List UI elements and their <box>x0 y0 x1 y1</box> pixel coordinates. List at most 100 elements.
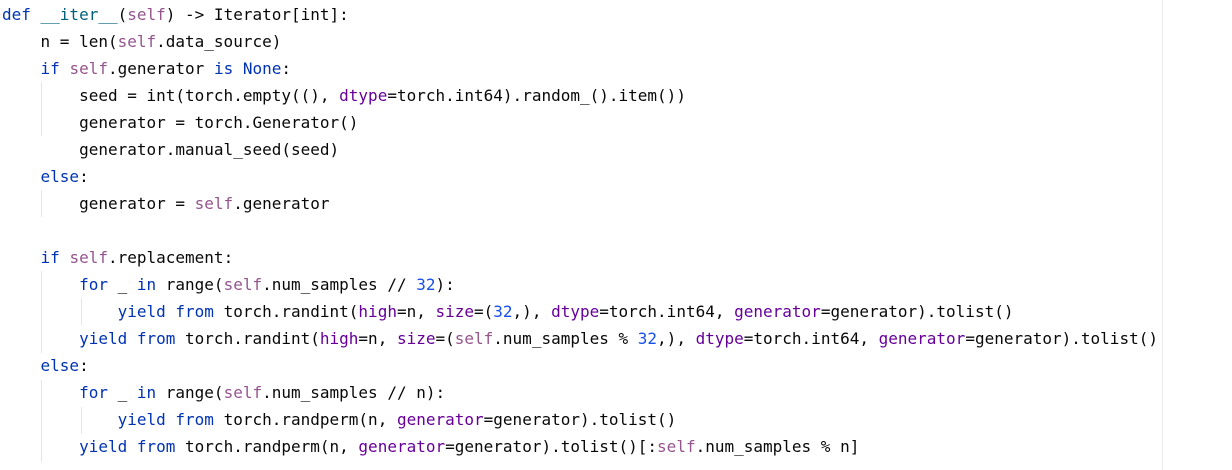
code-token: for <box>79 275 118 294</box>
code-token: __iter__ <box>40 5 118 24</box>
code-token: in <box>136 383 166 402</box>
code-line[interactable]: if self.replacement: <box>2 244 234 271</box>
code-token: self <box>223 275 263 294</box>
code-token: self <box>454 329 494 348</box>
code-line[interactable]: if self.generator is None: <box>2 55 291 82</box>
code-token: range( <box>165 383 224 402</box>
code-token: self <box>69 248 108 267</box>
code-token: in <box>136 275 166 294</box>
code-token: self <box>223 383 263 402</box>
code-line[interactable]: seed = int(torch.empty((), dtype=torch.i… <box>2 82 686 109</box>
code-token: dtype <box>551 302 600 321</box>
code-token: =( <box>474 302 494 321</box>
code-token: ( <box>117 5 128 24</box>
code-line[interactable]: yield from torch.randperm(n, generator=g… <box>2 433 859 460</box>
code-token: size <box>396 329 436 348</box>
code-token: .generator <box>107 59 214 78</box>
code-token: .num_samples % <box>493 329 638 348</box>
code-line[interactable]: def __iter__(self) -> Iterator[int]: <box>2 1 349 28</box>
code-token: generator = torch.Generator() <box>2 113 359 132</box>
code-line[interactable]: else: <box>2 352 89 379</box>
code-token: yield from <box>79 437 186 456</box>
code-line[interactable]: generator.manual_seed(seed) <box>2 136 339 163</box>
code-token: yield from <box>79 329 186 348</box>
code-token: range( <box>165 275 224 294</box>
code-token: 32 <box>416 275 436 294</box>
code-token: =generator).tolist() <box>965 329 1158 348</box>
code-token: =n, <box>358 329 397 348</box>
code-token: yield from <box>117 410 224 429</box>
code-token: .replacement: <box>107 248 234 267</box>
code-token: def <box>2 5 41 24</box>
code-token: _ <box>117 383 137 402</box>
code-line[interactable]: yield from torch.randperm(n, generator=g… <box>2 406 677 433</box>
code-token: torch.randint( <box>185 329 320 348</box>
right-margin-guide <box>1162 0 1163 470</box>
code-token: ,), <box>657 329 696 348</box>
code-token: .data_source) <box>156 32 282 51</box>
code-token: if <box>40 248 70 267</box>
code-token: =n, <box>396 302 436 321</box>
code-line[interactable]: n = len(self.data_source) <box>2 28 282 55</box>
code-token: yield from <box>117 302 224 321</box>
code-token: if <box>40 59 70 78</box>
code-token: torch.randperm(n, <box>223 410 397 429</box>
code-token: =torch.int64, <box>743 329 879 348</box>
code-token: dtype <box>339 86 388 105</box>
code-token: self <box>69 59 108 78</box>
code-token: .num_samples % n] <box>695 437 860 456</box>
code-line[interactable]: generator = torch.Generator() <box>2 109 358 136</box>
code-token: =torch.int64, <box>599 302 735 321</box>
code-token: .num_samples // <box>262 275 417 294</box>
code-token: =generator).tolist()[: <box>445 437 658 456</box>
code-token: n = len( <box>2 32 118 51</box>
code-token: generator <box>358 437 446 456</box>
code-token: else <box>40 167 80 186</box>
code-line[interactable]: for _ in range(self.num_samples // 32): <box>2 271 455 298</box>
code-token: =generator).tolist() <box>483 410 677 429</box>
code-token: generator <box>396 410 484 429</box>
code-line[interactable]: for _ in range(self.num_samples // n): <box>2 379 445 406</box>
code-token: high <box>358 302 397 321</box>
code-token: .generator <box>233 194 330 213</box>
code-token: : <box>79 356 89 375</box>
code-token: for <box>79 383 118 402</box>
code-token: =torch.int64).random_().item()) <box>387 86 686 105</box>
code-token: : <box>79 167 89 186</box>
code-editor[interactable]: def __iter__(self) -> Iterator[int]: n =… <box>0 0 1232 470</box>
code-token: ,), <box>512 302 552 321</box>
code-line[interactable]: yield from torch.randint(high=n, size=(3… <box>2 298 1014 325</box>
code-token: _ <box>117 275 137 294</box>
code-token: torch.randperm(n, <box>185 437 359 456</box>
code-token: generator = <box>2 194 195 213</box>
code-token: self <box>127 5 166 24</box>
code-line[interactable]: else: <box>2 163 89 190</box>
code-token: self <box>194 194 234 213</box>
code-line[interactable]: yield from torch.randint(high=n, size=(s… <box>2 325 1158 352</box>
code-line[interactable]: generator = self.generator <box>2 190 330 217</box>
code-token: dtype <box>695 329 744 348</box>
code-token: .num_samples // n): <box>262 383 446 402</box>
code-token: self <box>657 437 696 456</box>
code-token: ): <box>435 275 455 294</box>
code-token: self <box>117 32 157 51</box>
code-token: torch.randint( <box>223 302 359 321</box>
code-token: 32 <box>493 302 513 321</box>
code-token: is None <box>213 59 282 78</box>
code-token: generator.manual_seed(seed) <box>2 140 340 159</box>
code-token: seed = int(torch.empty((), <box>2 86 340 105</box>
code-token: =( <box>435 329 455 348</box>
code-token: generator <box>878 329 966 348</box>
code-token: : <box>281 59 292 78</box>
code-token: 32 <box>637 329 658 348</box>
code-token: ) -> Iterator[int]: <box>165 5 349 24</box>
